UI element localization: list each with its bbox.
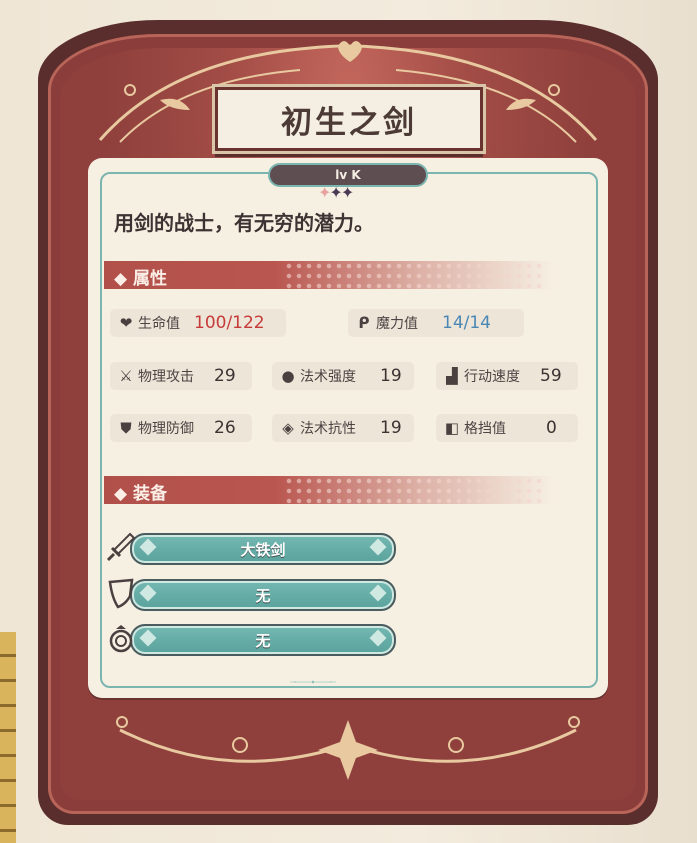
stat-magic-resistance: ◈ 法术抗性 19: [272, 414, 414, 442]
heart-icon: ❤: [119, 314, 133, 332]
equip-slot-accessory[interactable]: 无: [130, 624, 396, 656]
level-label: lv K: [335, 168, 361, 182]
stat-mp-value: 14/14: [442, 313, 491, 333]
stat-magic-resistance-label: 法术抗性: [300, 421, 356, 437]
stat-mp-label: 魔力值: [376, 316, 418, 332]
stat-hp: ❤ 生命值 100/122: [110, 309, 286, 337]
stat-hp-value: 100/122: [194, 313, 265, 333]
boot-icon: ▟: [446, 367, 458, 385]
stat-physical-defense-label: 物理防御: [138, 421, 194, 437]
stat-block-value: 0: [546, 418, 557, 438]
equip-slot-armor[interactable]: 无: [130, 579, 396, 611]
stat-speed-value: 59: [540, 366, 562, 386]
stat-magic-power-label: 法术强度: [300, 369, 356, 385]
ring-slot-icon: [104, 621, 138, 655]
panel-bottom-rule: [290, 680, 336, 684]
card-title: 初生之剑: [281, 104, 417, 141]
equip-weapon-name: 大铁剑: [240, 540, 286, 559]
stat-speed: ▟ 行动速度 59: [436, 362, 578, 390]
stat-physical-defense: ⛊ 物理防御 26: [110, 414, 252, 442]
rank-stars: ✦✦✦: [318, 183, 354, 202]
stat-mp: ᑭ 魔力值 14/14: [348, 309, 524, 337]
equipment-title: 装备: [133, 484, 167, 504]
attributes-title: 属性: [133, 269, 167, 289]
attributes-header: ◆ 属性: [104, 261, 594, 289]
equip-armor-name: 无: [255, 586, 271, 605]
stat-magic-power-value: 19: [380, 366, 402, 386]
block-icon: ◧: [444, 419, 460, 437]
stat-magic-power: ● 法术强度 19: [272, 362, 414, 390]
shield-icon: ⛊: [120, 419, 132, 437]
sword-slot-icon: [104, 530, 138, 564]
diamond-icon: ◈: [282, 419, 294, 437]
background-side-strip: [0, 632, 16, 843]
stat-block-label: 格挡值: [464, 421, 506, 437]
stat-physical-defense-value: 26: [214, 418, 236, 438]
title-plate: 初生之剑: [215, 87, 483, 151]
stat-block: ◧ 格挡值 0: [436, 414, 578, 442]
stat-physical-attack-value: 29: [214, 366, 236, 386]
equipment-header: ◆ 装备: [104, 476, 594, 504]
character-description: 用剑的战士，有无穷的潜力。: [114, 211, 374, 235]
stat-physical-attack: ⚔ 物理攻击 29: [110, 362, 252, 390]
drop-icon: ●: [281, 367, 295, 385]
equip-slot-weapon[interactable]: 大铁剑: [130, 533, 396, 565]
stat-speed-label: 行动速度: [464, 369, 520, 385]
equip-accessory-name: 无: [255, 631, 271, 650]
stat-physical-attack-label: 物理攻击: [138, 369, 194, 385]
stat-hp-label: 生命值: [138, 316, 180, 332]
mana-icon: ᑭ: [358, 314, 370, 332]
sword-icon: ⚔: [119, 367, 133, 385]
stat-magic-resistance-value: 19: [380, 418, 402, 438]
shield-slot-icon: [104, 576, 138, 610]
